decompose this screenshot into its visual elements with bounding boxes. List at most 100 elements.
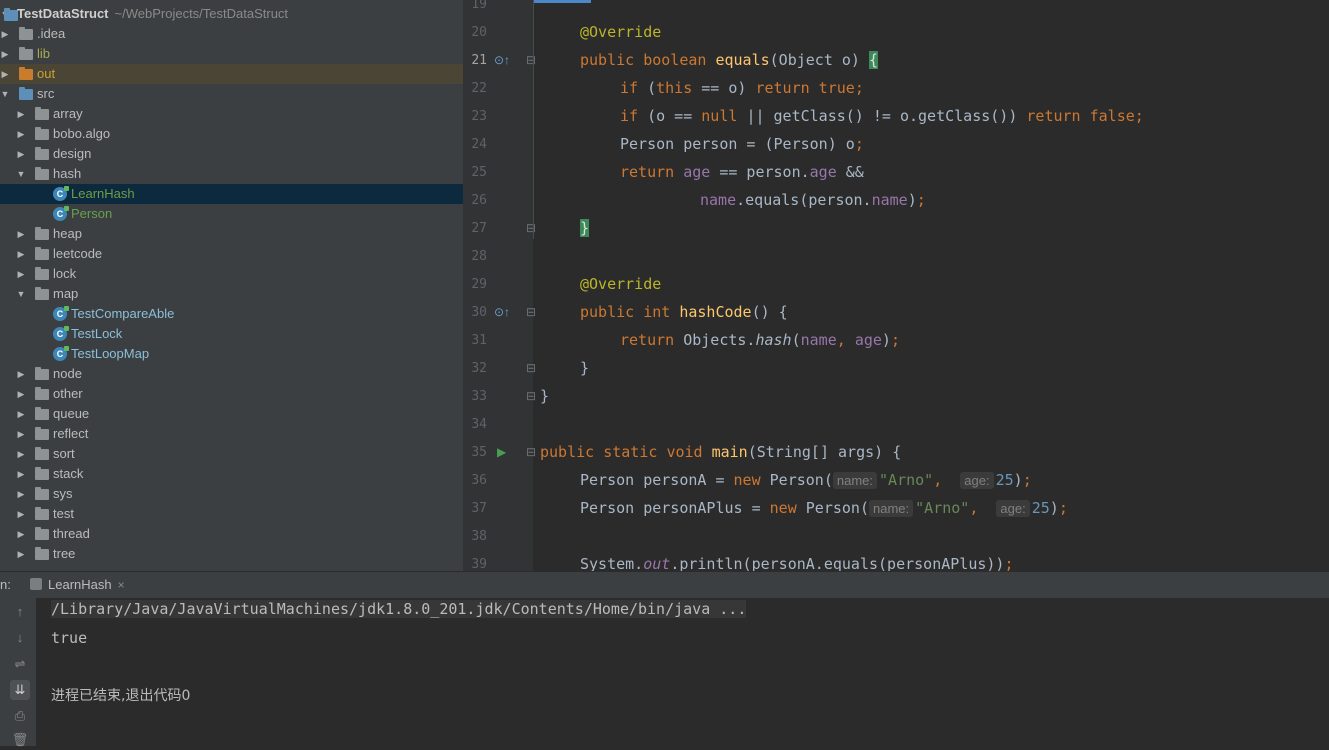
run-icon[interactable]: ▶ xyxy=(497,445,506,459)
code-token: ( xyxy=(791,331,801,349)
tree-item-folder[interactable]: ▶ out xyxy=(0,64,463,84)
code-line[interactable]: } xyxy=(580,214,590,242)
tree-item-folder[interactable]: ▶ .idea xyxy=(0,24,463,44)
chevron-down-icon[interactable]: ▼ xyxy=(16,284,26,304)
tree-item-label: Person xyxy=(71,206,113,221)
chevron-right-icon[interactable]: ▶ xyxy=(16,424,26,444)
chevron-right-icon[interactable]: ▶ xyxy=(16,404,26,424)
chevron-right-icon[interactable]: ▶ xyxy=(16,224,26,244)
run-tab[interactable]: LearnHash × xyxy=(30,575,125,595)
tree-item-folder[interactable]: ▶ lib xyxy=(0,44,463,64)
tree-item-folder[interactable]: ▶ leetcode xyxy=(0,244,463,264)
tree-item-folder[interactable]: ▶ lock xyxy=(0,264,463,284)
fold-icon[interactable]: ⊟ xyxy=(526,305,536,319)
code-line[interactable]: Person person = (Person) o; xyxy=(620,130,864,158)
scroll-up-icon[interactable]: ↑ xyxy=(10,602,30,622)
code-editor[interactable]: 19 20 21 22 23 24 25 26 27 28 29 30 31 32 33 34 35 36 37 38… xyxy=(463,0,1329,571)
code-token: equals xyxy=(715,51,770,69)
tree-item-folder[interactable]: ▶ thread xyxy=(0,524,463,544)
line-number: 39 xyxy=(471,557,487,571)
code-line[interactable]: Person personAPlus = new Person(name: "Ar… xyxy=(580,494,1068,522)
tree-item-label: queue xyxy=(53,406,90,421)
chevron-down-icon[interactable]: ▼ xyxy=(0,84,10,104)
project-path: ~/WebProjects/TestDataStruct xyxy=(114,6,289,21)
fold-icon[interactable]: ⊟ xyxy=(526,53,536,67)
chevron-right-icon[interactable]: ▶ xyxy=(16,504,26,524)
code-token: hashCode xyxy=(679,303,752,321)
code-line[interactable]: @Override xyxy=(580,270,661,298)
java-class-icon: C xyxy=(53,186,69,201)
chevron-right-icon[interactable]: ▶ xyxy=(16,464,26,484)
tree-item-folder[interactable]: ▶ sys xyxy=(0,484,463,504)
fold-icon[interactable]: ⊟ xyxy=(526,221,536,235)
chevron-right-icon[interactable]: ▶ xyxy=(16,384,26,404)
code-line[interactable]: } xyxy=(580,354,589,382)
run-console[interactable]: ↑ ↓ ⇌ ⇊ ⎙ 🗑 /Library/Java/JavaVirtualMac… xyxy=(0,598,1329,747)
code-token: name xyxy=(700,191,737,209)
override-icon[interactable]: ⊙↑ xyxy=(494,305,510,319)
soft-wrap-icon[interactable]: ⇌ xyxy=(10,654,30,674)
print-icon[interactable]: ⎙ xyxy=(10,706,30,726)
scroll-to-end-icon[interactable]: ⇊ xyxy=(10,680,30,700)
code-token: { xyxy=(869,51,879,69)
tree-item-label: stack xyxy=(53,466,84,481)
chevron-right-icon[interactable]: ▶ xyxy=(0,24,10,44)
code-line[interactable]: name.equals(person.name); xyxy=(700,186,926,214)
tree-item-folder[interactable]: ▶ reflect xyxy=(0,424,463,444)
tree-item-folder[interactable]: ▶ design xyxy=(0,144,463,164)
tree-item-folder[interactable]: ▶ array xyxy=(0,104,463,124)
tree-item-folder[interactable]: ▶ bobo.algo xyxy=(0,124,463,144)
chevron-right-icon[interactable]: ▶ xyxy=(16,544,26,564)
code-line[interactable]: System.out.println(personA.equals(person… xyxy=(580,550,1013,571)
code-line[interactable]: public static void main(String[] args) { xyxy=(540,438,901,466)
tree-item-folder[interactable]: ▶ heap xyxy=(0,224,463,244)
tree-item-class[interactable]: C TestCompareAble xyxy=(0,304,463,324)
code-line[interactable]: return age == person.age && xyxy=(620,158,864,186)
fold-icon[interactable]: ⊟ xyxy=(526,361,536,375)
chevron-right-icon[interactable]: ▶ xyxy=(16,484,26,504)
chevron-right-icon[interactable]: ▶ xyxy=(16,264,26,284)
tree-item-folder[interactable]: ▶ node xyxy=(0,364,463,384)
project-root[interactable]: ▼ TestDataStruct~/WebProjects/TestDataSt… xyxy=(0,4,463,24)
override-icon[interactable]: ⊙↑ xyxy=(494,53,510,67)
tree-item-class[interactable]: C TestLock xyxy=(0,324,463,344)
chevron-right-icon[interactable]: ▶ xyxy=(16,244,26,264)
code-line[interactable]: public int hashCode() { xyxy=(580,298,788,326)
tree-item-class[interactable]: C TestLoopMap xyxy=(0,344,463,364)
tree-item-folder[interactable]: ▼ hash xyxy=(0,164,463,184)
tree-item-folder[interactable]: ▼ map xyxy=(0,284,463,304)
code-token: .println(personA.equals(personAPlus)) xyxy=(670,555,1005,571)
trash-icon[interactable]: 🗑 xyxy=(10,730,30,750)
code-line[interactable]: if (o == null || getClass() != o.getClas… xyxy=(620,102,1144,130)
chevron-right-icon[interactable]: ▶ xyxy=(16,104,26,124)
chevron-right-icon[interactable]: ▶ xyxy=(0,44,10,64)
fold-icon[interactable]: ⊟ xyxy=(526,389,536,403)
chevron-right-icon[interactable]: ▶ xyxy=(16,364,26,384)
code-line[interactable]: Person personA = new Person(name: "Arno",… xyxy=(580,466,1032,494)
tree-item-folder[interactable]: ▶ stack xyxy=(0,464,463,484)
tree-item-folder[interactable]: ▶ test xyxy=(0,504,463,524)
tree-item-label: bobo.algo xyxy=(53,126,111,141)
code-line[interactable]: return Objects.hash(name, age); xyxy=(620,326,900,354)
tree-item-folder[interactable]: ▶ queue xyxy=(0,404,463,424)
code-line[interactable]: public boolean equals(Object o) { xyxy=(580,46,879,74)
tree-item-class[interactable]: C Person xyxy=(0,204,463,224)
chevron-right-icon[interactable]: ▶ xyxy=(16,524,26,544)
chevron-right-icon[interactable]: ▶ xyxy=(16,144,26,164)
tree-item-folder[interactable]: ▼ src xyxy=(0,84,463,104)
chevron-right-icon[interactable]: ▶ xyxy=(16,444,26,464)
scroll-down-icon[interactable]: ↓ xyxy=(10,628,30,648)
tree-item-class[interactable]: C LearnHash xyxy=(0,184,463,204)
fold-icon[interactable]: ⊟ xyxy=(526,445,536,459)
chevron-right-icon[interactable]: ▶ xyxy=(0,64,10,84)
code-line[interactable]: @Override xyxy=(580,18,661,46)
code-token: public xyxy=(580,51,644,69)
chevron-right-icon[interactable]: ▶ xyxy=(16,124,26,144)
code-line[interactable]: if (this == o) return true; xyxy=(620,74,864,102)
tree-item-folder[interactable]: ▶ sort xyxy=(0,444,463,464)
tree-item-folder[interactable]: ▶ tree xyxy=(0,544,463,564)
tree-item-folder[interactable]: ▶ other xyxy=(0,384,463,404)
chevron-down-icon[interactable]: ▼ xyxy=(16,164,26,184)
close-icon[interactable]: × xyxy=(118,578,125,592)
code-line[interactable]: } xyxy=(540,382,549,410)
